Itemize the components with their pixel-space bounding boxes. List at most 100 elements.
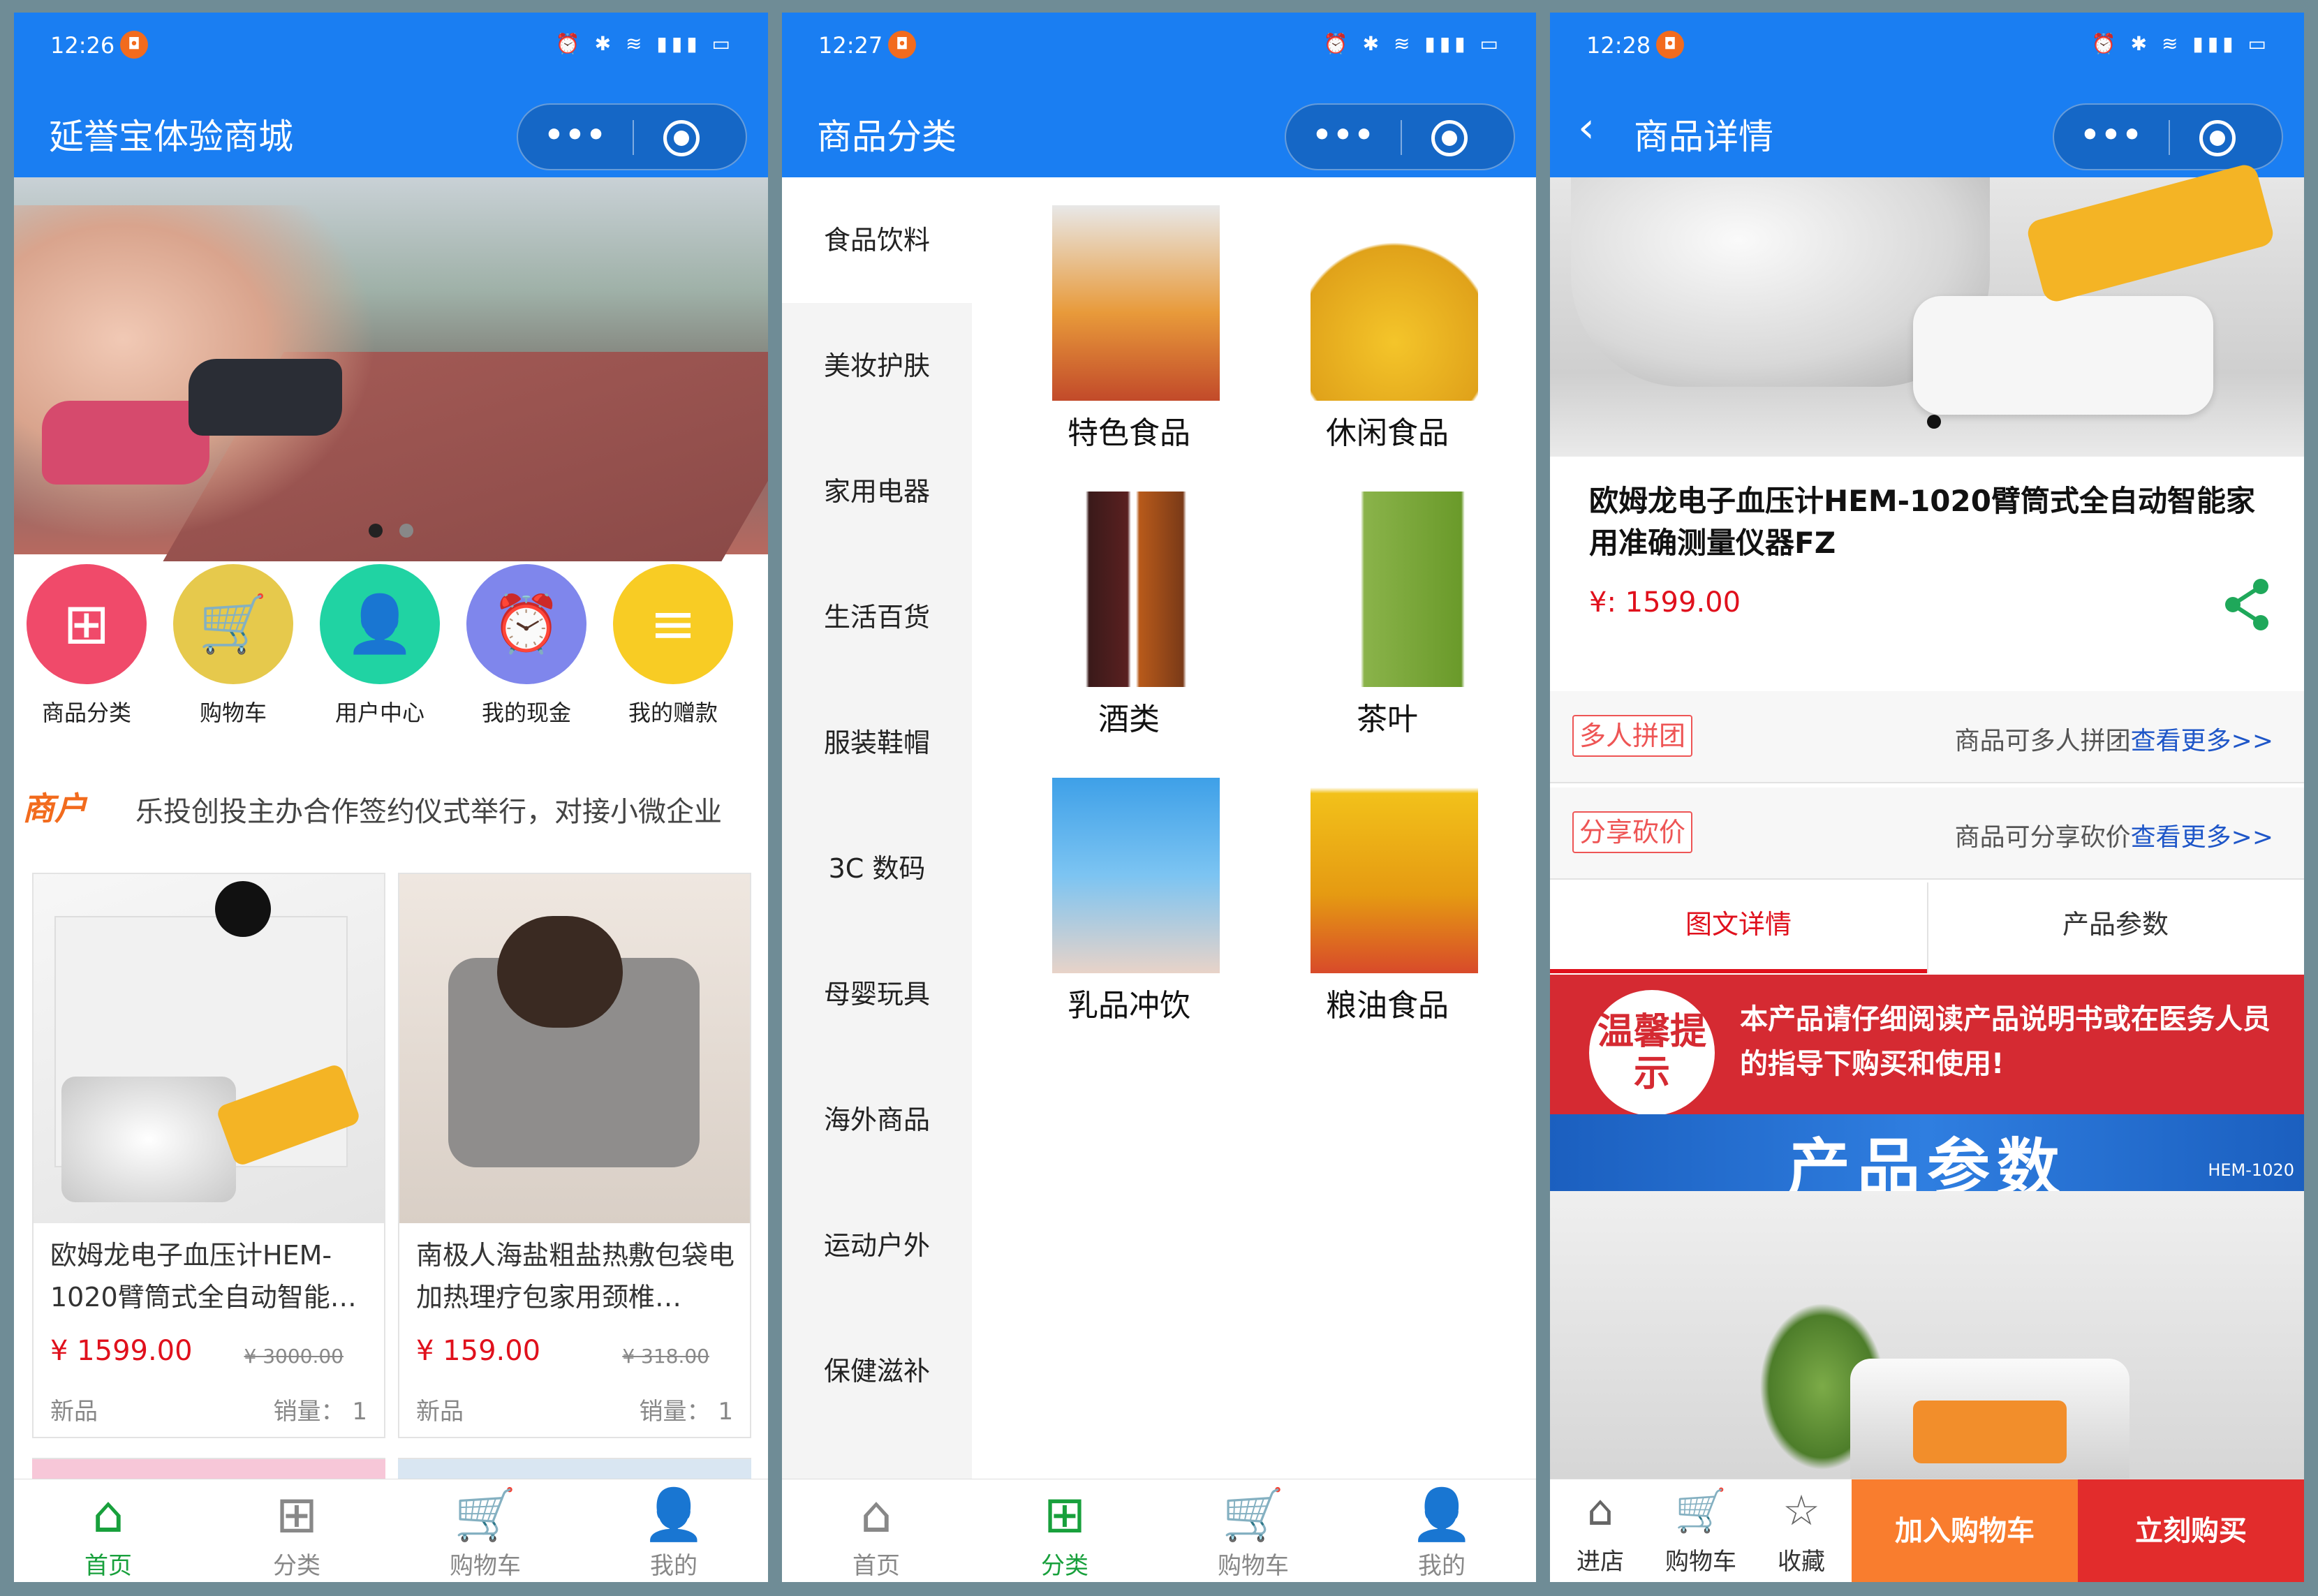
status-time: 12:28 (1586, 32, 1651, 59)
banner-carousel[interactable] (14, 177, 768, 561)
bottom-action-bar: ⌂ 进店 🛒 购物车 ☆ 收藏 加入购物车 立刻购买 (1550, 1479, 2304, 1582)
subcategory-item[interactable]: 休闲食品 (1258, 205, 1516, 485)
tab-label: 我的 (650, 1552, 697, 1580)
device-image (61, 1077, 236, 1202)
product-image-carousel[interactable] (1550, 162, 2304, 457)
action-label: 收藏 (1778, 1548, 1825, 1576)
category-item[interactable]: 运动户外 (782, 1183, 972, 1308)
subcategory-item[interactable]: 粮油食品 (1258, 778, 1516, 1057)
category-item[interactable]: 家用电器 (782, 429, 972, 554)
product-card-partial[interactable] (398, 1458, 751, 1479)
tab-label: 首页 (84, 1552, 132, 1580)
page-title: 商品详情 (1634, 117, 1773, 157)
more-menu-button[interactable]: ••• (2054, 105, 2169, 169)
miniprogram-capsule: ••• (2053, 103, 2283, 170)
close-miniprogram-button[interactable] (1431, 120, 1468, 156)
user-icon: 👤 (320, 564, 440, 684)
close-miniprogram-button[interactable] (2199, 120, 2236, 156)
wine-image (1052, 492, 1220, 687)
cart-icon: 🛒 (1674, 1486, 1727, 1535)
store-icon: ⌂ (1586, 1486, 1614, 1535)
tab-cart[interactable]: 🛒 购物车 (391, 1479, 580, 1582)
favorite-button[interactable]: ☆ 收藏 (1751, 1479, 1852, 1582)
nav-bar: 延誉宝体验商城 ••• (14, 82, 768, 177)
category-item[interactable]: 美妆护肤 (782, 303, 972, 429)
grid-icon: ⊞ (27, 564, 147, 684)
share-icon[interactable] (2220, 577, 2276, 633)
cart-icon: 🛒 (173, 564, 293, 684)
tab-category[interactable]: ⊞ 分类 (202, 1479, 391, 1582)
store-button[interactable]: ⌂ 进店 (1550, 1479, 1651, 1582)
promo-text: 商品可分享砍价查看更多>> (1955, 817, 2273, 853)
tab-mine[interactable]: 👤 我的 (1348, 1479, 1536, 1582)
tab-product-params[interactable]: 产品参数 (1927, 882, 2304, 973)
notice-bar[interactable]: 商户 乐投创投主办合作签约仪式举行，对接小微企业 (22, 781, 762, 836)
tab-label: 首页 (852, 1552, 900, 1580)
product-card-partial[interactable] (32, 1458, 385, 1479)
category-item[interactable]: 母婴玩具 (782, 931, 972, 1057)
quick-item-user-center[interactable]: 👤 用户中心 (310, 564, 450, 727)
add-to-cart-button[interactable]: 加入购物车 (1852, 1479, 2078, 1582)
action-label: 进店 (1577, 1548, 1624, 1576)
cart-button[interactable]: 🛒 购物车 (1651, 1479, 1751, 1582)
bottom-tab-bar: ⌂ 首页 ⊞ 分类 🛒 购物车 👤 我的 (782, 1479, 1536, 1582)
more-menu-button[interactable]: ••• (518, 105, 633, 169)
tea-image (1311, 492, 1478, 687)
quick-item-cash[interactable]: ⏰ 我的现金 (457, 564, 596, 727)
more-menu-button[interactable]: ••• (1286, 105, 1401, 169)
carousel-dot (399, 524, 413, 538)
category-item[interactable]: 生活百货 (782, 554, 972, 680)
product-price: ¥ 159.00 (416, 1335, 541, 1367)
tab-category[interactable]: ⊞ 分类 (970, 1479, 1159, 1582)
category-item[interactable]: 海外商品 (782, 1057, 972, 1183)
close-miniprogram-button[interactable] (663, 120, 700, 156)
back-arrow-icon[interactable]: ‹ (1578, 103, 1595, 152)
quick-item-gift[interactable]: ≡ 我的赠款 (603, 564, 743, 727)
buy-now-button[interactable]: 立刻购买 (2078, 1479, 2304, 1582)
subcategory-grid: 特色食品 休闲食品 酒类 茶叶 乳品冲饮 粮油食品 (972, 177, 1536, 1479)
milk-powder-image (1052, 778, 1220, 973)
category-item[interactable]: 保健滋补 (782, 1308, 972, 1434)
cooking-oil-image (1311, 778, 1478, 973)
product-price: ¥: 1599.00 (1589, 586, 1741, 619)
tab-mine[interactable]: 👤 我的 (580, 1479, 768, 1582)
home-icon: ⌂ (92, 1485, 124, 1544)
product-image (399, 874, 750, 1223)
subcategory-item[interactable]: 茶叶 (1258, 492, 1516, 771)
subcategory-item[interactable]: 特色食品 (1000, 205, 1258, 485)
notification-badge-icon: ◘ (120, 31, 148, 59)
product-old-price: ¥ 318.00 (622, 1345, 709, 1368)
category-item[interactable]: 服装鞋帽 (782, 680, 972, 806)
tab-home[interactable]: ⌂ 首页 (782, 1479, 970, 1582)
category-item[interactable]: 食品饮料 (782, 177, 972, 303)
subcategory-label: 休闲食品 (1326, 415, 1449, 451)
status-icons: ⏰ ✱ ≋ ▮▮▮ ▭ (2091, 32, 2271, 55)
tab-graphic-details[interactable]: 图文详情 (1550, 882, 1927, 973)
product-card[interactable]: 南极人海盐粗盐热敷包袋电加热理疗包家用颈椎… ¥ 159.00 ¥ 318.00… (398, 873, 751, 1438)
banner-shoe-image (189, 359, 342, 436)
tab-cart[interactable]: 🛒 购物车 (1159, 1479, 1348, 1582)
quick-item-cart[interactable]: 🛒 购物车 (163, 564, 303, 727)
product-card[interactable]: 欧姆龙电子血压计HEM-1020臂筒式全自动智能… ¥ 1599.00 ¥ 30… (32, 873, 385, 1438)
capsule-divider (1401, 120, 1402, 155)
quick-item-label: 购物车 (199, 700, 267, 726)
phone-home-screen: 12:26 ◘ ⏰ ✱ ≋ ▮▮▮ ▭ 延誉宝体验商城 ••• ⊞ 商品分类 🛒… (14, 13, 768, 1582)
notification-badge-icon: ◘ (1656, 31, 1684, 59)
tab-label: 分类 (1041, 1552, 1088, 1580)
notice-tag: 商户 (22, 790, 87, 827)
product-tag: 新品 (416, 1398, 464, 1426)
quick-item-categories[interactable]: ⊞ 商品分类 (17, 564, 156, 727)
see-more-link[interactable]: 查看更多>> (2131, 823, 2273, 852)
subcategory-item[interactable]: 乳品冲饮 (1000, 778, 1258, 1057)
subcategory-item[interactable]: 酒类 (1000, 492, 1258, 771)
coins-icon: ≡ (613, 564, 733, 684)
carousel-indicators (360, 524, 422, 540)
user-icon: 👤 (1410, 1485, 1473, 1544)
promo-row-bargain[interactable]: 分享砍价 商品可分享砍价查看更多>> (1550, 788, 2304, 880)
tab-home[interactable]: ⌂ 首页 (14, 1479, 202, 1582)
category-item[interactable]: 3C 数码 (782, 806, 972, 931)
product-sales: 销量： 1 (639, 1398, 733, 1426)
see-more-link[interactable]: 查看更多>> (2131, 727, 2273, 755)
status-bar: 12:27 ◘ ⏰ ✱ ≋ ▮▮▮ ▭ (782, 13, 1536, 82)
promo-row-group-buy[interactable]: 多人拼团 商品可多人拼团查看更多>> (1550, 691, 2304, 783)
